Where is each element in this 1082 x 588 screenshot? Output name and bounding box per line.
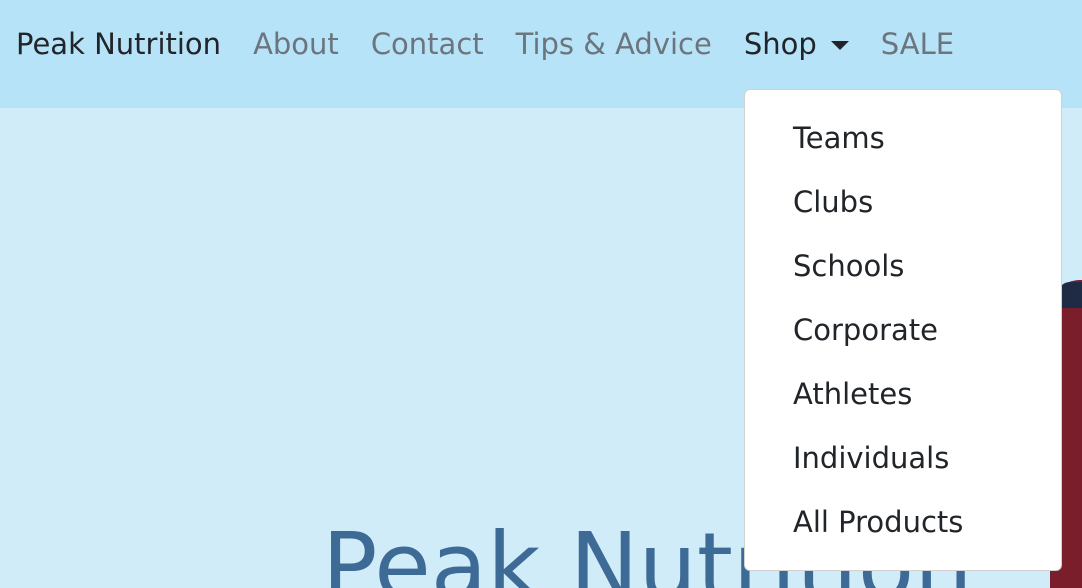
- dropdown-item-all-products[interactable]: All Products: [745, 490, 1061, 554]
- nav-link-about[interactable]: About: [253, 0, 339, 88]
- dropdown-item-individuals[interactable]: Individuals: [745, 426, 1061, 490]
- nav-link-tips-advice[interactable]: Tips & Advice: [516, 0, 712, 88]
- caret-down-icon: [830, 40, 849, 50]
- dropdown-item-corporate[interactable]: Corporate: [745, 298, 1061, 362]
- nav-link-shop-dropdown-toggle[interactable]: Shop: [744, 0, 849, 88]
- dropdown-item-athletes[interactable]: Athletes: [745, 362, 1061, 426]
- nav-link-shop-label: Shop: [743, 27, 817, 61]
- brand-link[interactable]: Peak Nutrition: [16, 0, 221, 88]
- dropdown-item-teams[interactable]: Teams: [745, 106, 1061, 170]
- dropdown-item-clubs[interactable]: Clubs: [745, 170, 1061, 234]
- page: Peak Nutrition Peak Nutrition About Cont…: [0, 0, 1082, 588]
- shop-dropdown-menu: Teams Clubs Schools Corporate Athletes I…: [744, 89, 1062, 571]
- nav-links: About Contact Tips & Advice Shop SALE: [253, 0, 986, 88]
- dropdown-item-schools[interactable]: Schools: [745, 234, 1061, 298]
- nav-link-sale[interactable]: SALE: [881, 0, 954, 88]
- nav-link-contact[interactable]: Contact: [371, 0, 484, 88]
